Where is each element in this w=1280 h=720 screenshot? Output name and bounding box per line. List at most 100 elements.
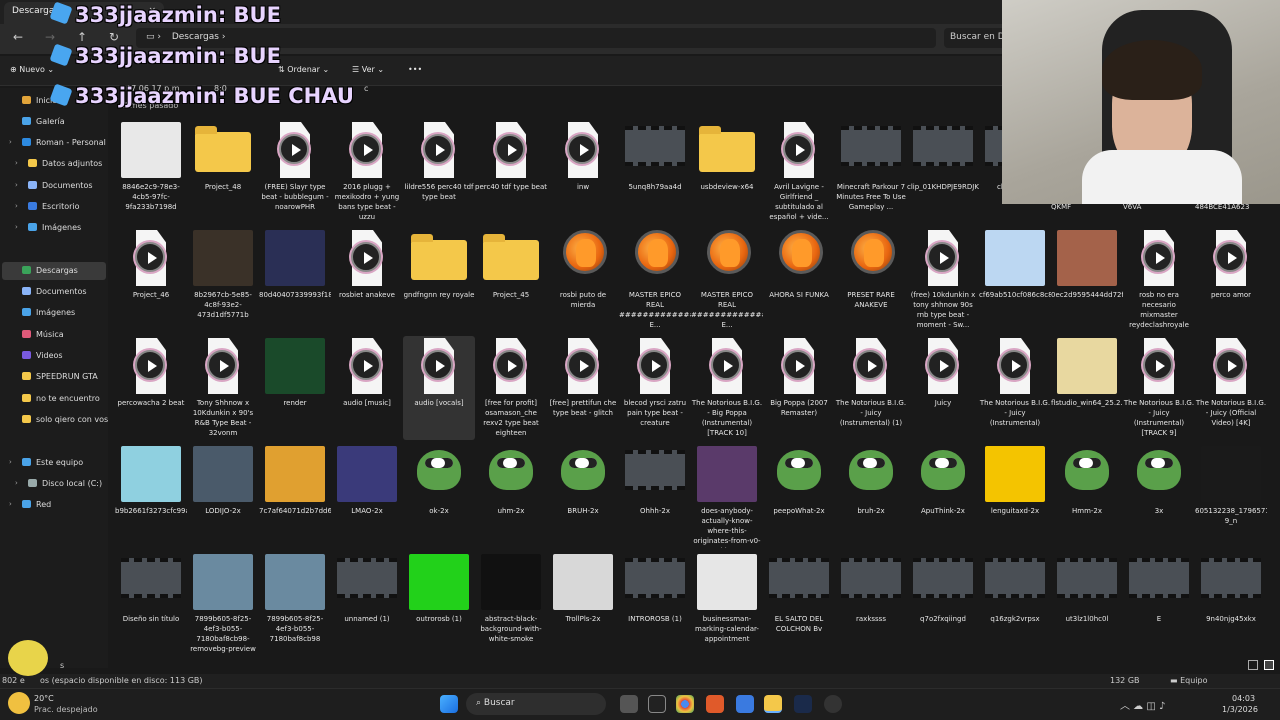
file-item[interactable]: rosbi puto de mierda — [547, 228, 619, 332]
file-item[interactable]: 8b2967cb-5e85-4c8f-93e2-473d1df5771b — [187, 228, 259, 332]
file-item[interactable]: ApuThink-2x — [907, 444, 979, 548]
file-item[interactable]: Hmm-2x — [1051, 444, 1123, 548]
file-item[interactable]: cf69ab510cf086c8c885b73b54970482 — [979, 228, 1051, 332]
file-item[interactable]: audio [vocals] — [403, 336, 475, 440]
clock-date[interactable]: 1/3/2026 — [1222, 705, 1258, 714]
weather-temp[interactable]: 20°C — [34, 694, 54, 703]
file-item[interactable]: Project_48 — [187, 120, 259, 224]
sidebar-item[interactable]: Música — [22, 330, 64, 339]
file-item[interactable]: q7o2fxqiingd — [907, 552, 979, 656]
file-item[interactable]: (free) 10kdunkin x tony shhnow 90s rnb t… — [907, 228, 979, 332]
chevron-right-icon[interactable]: › — [9, 500, 12, 508]
start-icon[interactable] — [440, 695, 458, 713]
file-item[interactable]: 8846e2c9-78e3-4cb5-97fc-9fa233b7198d — [115, 120, 187, 224]
file-item[interactable]: Project_45 — [475, 228, 547, 332]
file-item[interactable]: usbdeview-x64 — [691, 120, 763, 224]
file-item[interactable]: Big Poppa (2007 Remaster) — [763, 336, 835, 440]
file-item[interactable]: Tony Shhnow x 10Kdunkin x 90's R&B Type … — [187, 336, 259, 440]
back-icon[interactable]: ← — [8, 30, 28, 46]
file-item[interactable]: blecod yrsci zatru pain type beat - crea… — [619, 336, 691, 440]
task-view-icon[interactable] — [620, 695, 638, 713]
file-item[interactable]: lenguitaxd-2x — [979, 444, 1051, 548]
chevron-right-icon[interactable]: › — [15, 223, 18, 231]
file-item[interactable]: 7899b605-8f25-4ef3-b055-7180baf8cb98-rem… — [187, 552, 259, 656]
file-item[interactable]: INTROROSB (1) — [619, 552, 691, 656]
file-item[interactable]: AHORA SI FUNKA — [763, 228, 835, 332]
file-item[interactable]: b9b2661f3273cfc99adc4fe3f5cf422d — [115, 444, 187, 548]
file-item[interactable]: 605132238_17965710162005972_803386314155… — [1195, 444, 1267, 548]
file-item[interactable]: MASTER EPICO REAL ################MASTER… — [691, 228, 763, 332]
file-item[interactable]: PRESET RARE ANAKEVE — [835, 228, 907, 332]
file-item[interactable]: perc40 tdf type beat — [475, 120, 547, 224]
obs-icon[interactable] — [824, 695, 842, 713]
file-item[interactable]: does-anybody-actually-know-where-this-or… — [691, 444, 763, 548]
file-item[interactable]: 3x — [1123, 444, 1195, 548]
brave-icon[interactable] — [706, 695, 724, 713]
file-item[interactable]: The Notorious B.I.G. - Big Poppa (Instru… — [691, 336, 763, 440]
file-item[interactable]: perco amor — [1195, 228, 1267, 332]
store-icon[interactable] — [736, 695, 754, 713]
weather-icon[interactable] — [8, 692, 30, 714]
file-item[interactable]: render — [259, 336, 331, 440]
file-item[interactable]: 7899b605-8f25-4ef3-b055-7180baf8cb98 — [259, 552, 331, 656]
breadcrumb-item[interactable]: Descargas — [172, 32, 219, 42]
sidebar-item[interactable]: Datos adjuntos — [28, 159, 102, 168]
file-item[interactable]: LODIJO-2x — [187, 444, 259, 548]
file-item[interactable]: gndfngnn rey royale — [403, 228, 475, 332]
sidebar-item[interactable]: Galería — [22, 117, 65, 126]
file-item[interactable]: ok-2x — [403, 444, 475, 548]
file-item[interactable]: Avril Lavigne - Girlfriend _ subtitulado… — [763, 120, 835, 224]
chevron-right-icon[interactable]: › — [9, 458, 12, 466]
file-item[interactable]: peepoWhat-2x — [763, 444, 835, 548]
sidebar-item[interactable]: Imágenes — [22, 308, 75, 317]
file-item[interactable]: percowacha 2 beat — [115, 336, 187, 440]
file-item[interactable]: 80d40407339993f18e2ab08aac256317 — [259, 228, 331, 332]
sidebar-item[interactable]: no te encuentro — [22, 394, 100, 403]
file-item[interactable]: EL SALTO DEL COLCHON Bv — [763, 552, 835, 656]
file-item[interactable]: outrorosb (1) — [403, 552, 475, 656]
file-item[interactable]: 2016 plugg + mexikodro + yung bans type … — [331, 120, 403, 224]
file-item[interactable]: MASTER EPICO REAL ################MASTER… — [619, 228, 691, 332]
file-item[interactable]: TrollPls-2x — [547, 552, 619, 656]
file-item[interactable]: [free for profit] osamason_che rexv2 typ… — [475, 336, 547, 440]
more-options-button[interactable]: ••• — [408, 65, 422, 74]
chrome-icon[interactable] — [676, 695, 694, 713]
file-item[interactable]: 0ec2d9595444dd72f4dfb5baeab5fa8e — [1051, 228, 1123, 332]
file-item[interactable]: abstract-black-background-with-white-smo… — [475, 552, 547, 656]
sidebar-item[interactable]: Disco local (C:) — [28, 479, 102, 488]
file-item[interactable]: LMAO-2x — [331, 444, 403, 548]
file-item[interactable]: The Notorious B.I.G. - Juicy (Instrument… — [1123, 336, 1195, 440]
sidebar-item[interactable]: Documentos — [22, 287, 87, 296]
sidebar-item[interactable]: Este equipo — [22, 458, 83, 467]
chevron-right-icon[interactable]: › — [15, 479, 18, 487]
file-item[interactable]: uhm-2x — [475, 444, 547, 548]
sidebar-item[interactable]: solo qiero con vos — [22, 415, 108, 424]
chevron-right-icon[interactable]: › — [15, 159, 18, 167]
sidebar-item[interactable]: Escritorio — [28, 202, 80, 211]
new-button[interactable]: ⊕ Nuevo ⌄ — [10, 65, 54, 74]
file-item[interactable]: q16zgk2vrpsx — [979, 552, 1051, 656]
file-item[interactable]: raxkssss — [835, 552, 907, 656]
file-item[interactable]: The Notorious B.I.G. - Juicy (Instrument… — [979, 336, 1051, 440]
chevron-right-icon[interactable]: › — [15, 181, 18, 189]
file-item[interactable]: E — [1123, 552, 1195, 656]
chevron-right-icon[interactable]: › — [15, 202, 18, 210]
tiles-view-icon[interactable] — [1264, 660, 1274, 670]
file-item[interactable]: businessman-marking-calendar-appointment — [691, 552, 763, 656]
file-item[interactable]: lildre556 perc40 tdf type beat — [403, 120, 475, 224]
sidebar-item[interactable]: Descargas — [22, 266, 78, 275]
file-item[interactable]: BRUH-2x — [547, 444, 619, 548]
chevron-right-icon[interactable]: › — [9, 138, 12, 146]
steam-icon[interactable] — [794, 695, 812, 713]
file-item[interactable]: Juicy — [907, 336, 979, 440]
file-item[interactable]: clip_01KHDPJE9RDJKQ1A5SM01R2CP — [907, 120, 979, 224]
file-item[interactable]: Ohhh-2x — [619, 444, 691, 548]
details-view-icon[interactable] — [1248, 660, 1258, 670]
sidebar-item[interactable]: SPEEDRUN GTA — [22, 372, 98, 381]
file-item[interactable]: (FREE) Slayr type beat - bubblegum - noa… — [259, 120, 331, 224]
file-item[interactable]: unnamed (1) — [331, 552, 403, 656]
sidebar-item[interactable]: Documentos — [28, 181, 93, 190]
file-item[interactable]: 9n40njg45xkx — [1195, 552, 1267, 656]
system-tray-icons[interactable]: ︿ ☁ ◫ ♪ — [1120, 697, 1165, 712]
sidebar-item[interactable]: Roman - Personal — [22, 138, 106, 147]
